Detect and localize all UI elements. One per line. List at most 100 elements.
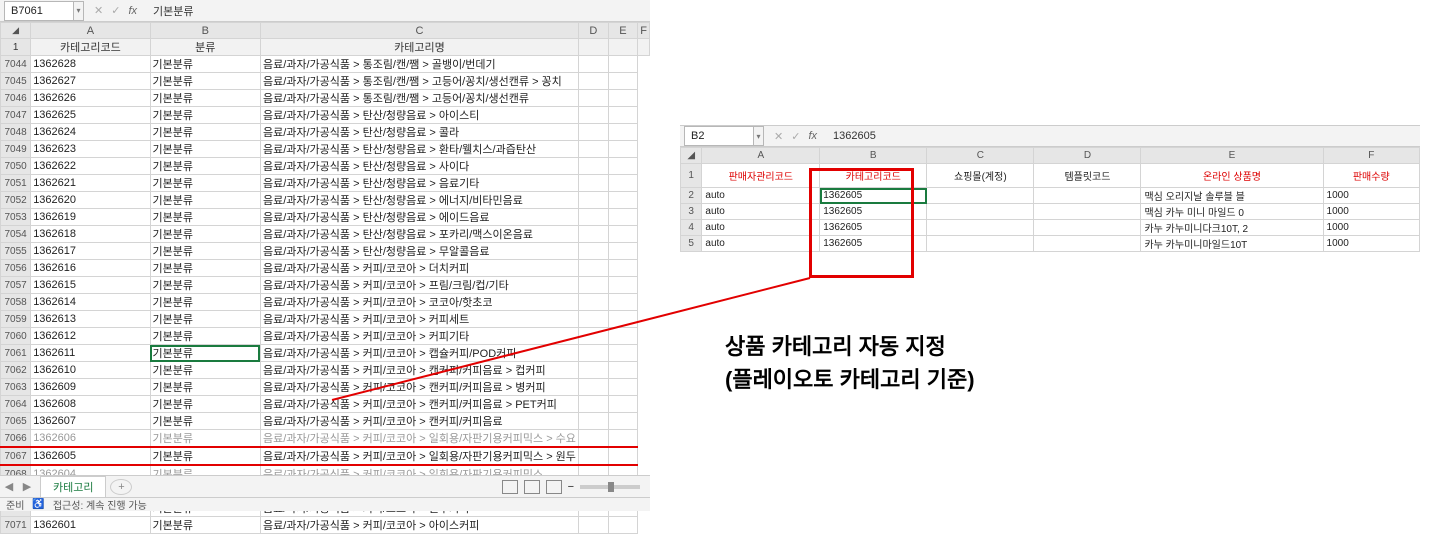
cell[interactable]	[578, 379, 608, 396]
cell[interactable]: 기본분류	[150, 430, 260, 448]
cell[interactable]: 1362608	[31, 396, 150, 413]
cell[interactable]	[608, 226, 638, 243]
cell[interactable]	[578, 90, 608, 107]
cell[interactable]	[578, 517, 608, 534]
col-header-right-A[interactable]: A	[702, 148, 820, 164]
cell[interactable]: 1362628	[31, 56, 150, 73]
cell[interactable]: 음료/과자/가공식품 > 커피/코코아 > 캔커피/커피음료 > PET커피	[260, 396, 578, 413]
cell[interactable]: 음료/과자/가공식품 > 탄산/청량음료 > 환타/웰치스/과즙탄산	[260, 141, 578, 158]
view-normal-icon[interactable]	[502, 480, 518, 494]
cell[interactable]: 기본분류	[150, 175, 260, 192]
cell[interactable]: 카누 카누미니마일드10T	[1141, 236, 1323, 252]
cell[interactable]	[608, 311, 638, 328]
cell[interactable]	[608, 379, 638, 396]
cell[interactable]: 1000	[1323, 204, 1419, 220]
cell[interactable]	[578, 294, 608, 311]
cell[interactable]	[927, 236, 1034, 252]
cell[interactable]	[608, 56, 638, 73]
cell[interactable]	[578, 175, 608, 192]
cell[interactable]: 1362605	[820, 236, 927, 252]
cell[interactable]	[578, 209, 608, 226]
row-header[interactable]: 7061	[1, 345, 31, 362]
row-header-right[interactable]: 5	[681, 236, 702, 252]
cell[interactable]	[1034, 220, 1141, 236]
col-header-F[interactable]: F	[638, 23, 650, 39]
row-header[interactable]: 7067	[1, 447, 31, 465]
row-header-right[interactable]: 1	[681, 164, 702, 188]
cell[interactable]	[578, 277, 608, 294]
sheet-nav-next-icon[interactable]: ▶	[18, 480, 36, 493]
cell[interactable]	[578, 192, 608, 209]
cell[interactable]	[927, 220, 1034, 236]
col-header-right-E[interactable]: E	[1141, 148, 1323, 164]
cell[interactable]: 맥심 카누 미니 마일드 0	[1141, 204, 1323, 220]
cell[interactable]: 기본분류	[150, 260, 260, 277]
cell[interactable]: 음료/과자/가공식품 > 통조림/캔/쨈 > 고등어/꽁치/생선캔류	[260, 90, 578, 107]
cell[interactable]	[578, 430, 608, 448]
cancel-icon-right[interactable]: ✕	[774, 130, 783, 143]
cell[interactable]	[608, 517, 638, 534]
row-header[interactable]: 7053	[1, 209, 31, 226]
row-header[interactable]: 7062	[1, 362, 31, 379]
cell[interactable]: 기본분류	[150, 90, 260, 107]
cell[interactable]	[608, 430, 638, 448]
row-header[interactable]: 7048	[1, 124, 31, 141]
cell[interactable]	[608, 175, 638, 192]
cell[interactable]: 1362611	[31, 345, 150, 362]
cell[interactable]: auto	[702, 236, 820, 252]
cell[interactable]: 기본분류	[150, 345, 260, 362]
cell[interactable]: 1362609	[31, 379, 150, 396]
cell[interactable]: 음료/과자/가공식품 > 커피/코코아 > 아이스커피	[260, 517, 578, 534]
select-all-right[interactable]: ◢	[681, 148, 702, 164]
cell[interactable]	[578, 362, 608, 379]
col-header-E[interactable]: E	[608, 23, 638, 39]
cell[interactable]: 기본분류	[150, 379, 260, 396]
view-pagelayout-icon[interactable]	[524, 480, 540, 494]
add-sheet-button[interactable]: +	[110, 479, 132, 495]
cell[interactable]	[1034, 188, 1141, 204]
cell[interactable]	[1034, 204, 1141, 220]
name-box-dropdown-icon-right[interactable]: ▾	[754, 126, 764, 146]
cell[interactable]: auto	[702, 220, 820, 236]
name-box-right[interactable]: B2	[684, 126, 754, 146]
cell[interactable]: 기본분류	[150, 362, 260, 379]
cell[interactable]: 기본분류	[150, 209, 260, 226]
table-header[interactable]: 쇼핑몰(계정)	[927, 164, 1034, 188]
row-header[interactable]: 7052	[1, 192, 31, 209]
cell[interactable]: 기본분류	[150, 277, 260, 294]
cell[interactable]	[578, 328, 608, 345]
cell[interactable]: 음료/과자/가공식품 > 커피/코코아 > 일회용/자판기용커피믹스 > 수요	[260, 430, 578, 448]
cell[interactable]	[608, 413, 638, 430]
row-header[interactable]: 7049	[1, 141, 31, 158]
cell[interactable]: 1362623	[31, 141, 150, 158]
cell[interactable]	[578, 345, 608, 362]
cell[interactable]: 1362626	[31, 90, 150, 107]
cell[interactable]: 1362606	[31, 430, 150, 448]
cell[interactable]: 음료/과자/가공식품 > 커피/코코아 > 캔커피/커피음료 > 컵커피	[260, 362, 578, 379]
row-header[interactable]: 7046	[1, 90, 31, 107]
cell[interactable]: 기본분류	[150, 328, 260, 345]
cell[interactable]	[578, 141, 608, 158]
cell[interactable]: 1362605	[820, 188, 927, 204]
grid-right[interactable]: ◢ABCDEF1판매자관리코드카테고리코드쇼핑몰(계정)템플릿코드온라인 상품명…	[680, 147, 1420, 252]
cell[interactable]: 1362624	[31, 124, 150, 141]
name-box-dropdown-icon[interactable]: ▾	[74, 1, 84, 21]
cell[interactable]	[608, 345, 638, 362]
row-header[interactable]: 7065	[1, 413, 31, 430]
cell[interactable]: 1362613	[31, 311, 150, 328]
cell[interactable]: 1000	[1323, 220, 1419, 236]
row-header[interactable]: 7047	[1, 107, 31, 124]
cell[interactable]: 기본분류	[150, 124, 260, 141]
col-header-right-C[interactable]: C	[927, 148, 1034, 164]
fx-icon-right[interactable]: fx	[808, 130, 817, 142]
cell[interactable]: 1362605	[820, 204, 927, 220]
cell[interactable]: 1000	[1323, 188, 1419, 204]
confirm-icon-right[interactable]: ✓	[791, 130, 800, 143]
cell[interactable]: 음료/과자/가공식품 > 탄산/청량음료 > 에이드음료	[260, 209, 578, 226]
cell[interactable]: 음료/과자/가공식품 > 커피/코코아 > 캡슐커피/POD커피	[260, 345, 578, 362]
cell[interactable]: 1362627	[31, 73, 150, 90]
cell[interactable]	[578, 243, 608, 260]
cell[interactable]: 음료/과자/가공식품 > 통조림/캔/쨈 > 고등어/꽁치/생선캔류 > 꽁치	[260, 73, 578, 90]
row-header[interactable]: 7051	[1, 175, 31, 192]
cell[interactable]: 1362621	[31, 175, 150, 192]
